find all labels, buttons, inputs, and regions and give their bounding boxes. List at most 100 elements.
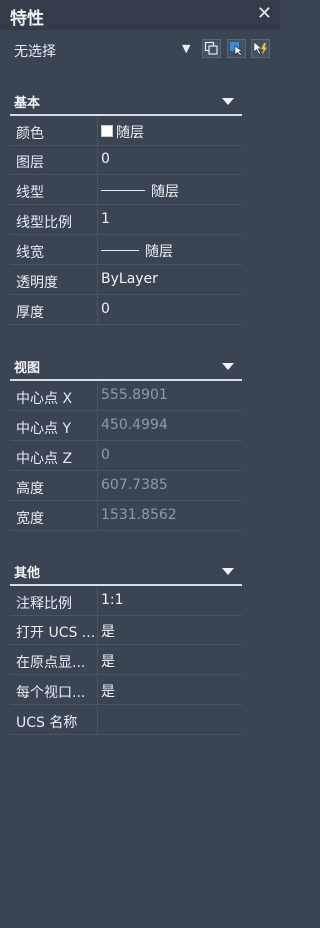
section-header-basic[interactable]: 基本 — [10, 90, 242, 116]
property-label: 厚度 — [16, 305, 44, 321]
selection-dropdown[interactable]: 无选择 — [14, 41, 56, 61]
property-value: 随层 — [151, 184, 179, 200]
column-divider — [97, 706, 98, 735]
property-row-linetype: 线型 随层 — [10, 176, 242, 205]
property-value: 随层 — [116, 125, 144, 141]
column-divider — [97, 117, 98, 146]
property-label: 中心点 Z — [16, 451, 73, 467]
property-row-ucs-icon-on: 打开 UCS ... 是 — [10, 616, 242, 645]
property-row-center-x: 中心点 X 555.8901 — [10, 382, 242, 411]
property-value: 0 — [101, 301, 110, 317]
property-row-annotation-scale: 注释比例 1:1 — [10, 587, 242, 616]
property-label: 宽度 — [16, 511, 44, 527]
property-row-ucs-at-origin: 在原点显... 是 — [10, 646, 242, 675]
column-divider — [97, 382, 98, 411]
property-label: 打开 UCS ... — [16, 625, 96, 641]
linetype-preview — [101, 190, 145, 191]
section-title-view: 视图 — [14, 361, 41, 376]
center-x-value-field: 555.8901 — [101, 382, 243, 410]
property-label: 每个视口... — [16, 685, 86, 701]
property-value: 随层 — [145, 244, 173, 260]
ucs-per-viewport-value-field[interactable]: 是 — [101, 676, 243, 704]
section-header-view[interactable]: 视图 — [10, 355, 242, 381]
property-label: 在原点显... — [16, 655, 86, 671]
property-row-layer: 图层 0 — [10, 146, 242, 175]
property-label: 高度 — [16, 481, 44, 497]
ucs-name-value-field[interactable] — [101, 706, 243, 734]
property-label: 中心点 X — [16, 391, 73, 407]
toggle-pickadd-button[interactable] — [202, 39, 221, 58]
section-header-misc[interactable]: 其他 — [10, 560, 242, 586]
property-label: 中心点 Y — [16, 421, 72, 437]
property-row-ucs-name: UCS 名称 — [10, 706, 242, 735]
layer-value-field[interactable]: 0 — [101, 146, 243, 174]
property-label: 注释比例 — [16, 596, 72, 612]
property-value: 555.8901 — [101, 387, 168, 403]
property-value: ByLayer — [101, 271, 158, 287]
section-title-misc: 其他 — [14, 566, 41, 581]
column-divider — [97, 176, 98, 205]
property-value: 0 — [101, 447, 110, 463]
property-label: 颜色 — [16, 126, 44, 142]
property-row-lineweight: 线宽 随层 — [10, 236, 242, 265]
property-label: UCS 名称 — [16, 715, 78, 731]
property-label: 透明度 — [16, 275, 58, 291]
column-divider — [97, 502, 98, 531]
section-title-basic: 基本 — [14, 96, 41, 111]
ucs-icon-on-value-field[interactable]: 是 — [101, 616, 243, 644]
column-divider — [97, 236, 98, 265]
column-divider — [97, 442, 98, 471]
height-value-field: 607.7385 — [101, 472, 243, 500]
property-row-center-y: 中心点 Y 450.4994 — [10, 412, 242, 441]
select-objects-button[interactable] — [227, 39, 246, 58]
property-row-ltscale: 线型比例 1 — [10, 206, 242, 235]
collapse-icon[interactable] — [222, 98, 234, 105]
annotation-scale-value-field[interactable]: 1:1 — [101, 587, 243, 615]
selection-row: 无选择 ▼ — [0, 36, 280, 64]
property-value: 607.7385 — [101, 477, 168, 493]
property-value: 是 — [101, 684, 115, 700]
column-divider — [97, 587, 98, 616]
property-value: 1 — [101, 211, 110, 227]
center-y-value-field: 450.4994 — [101, 412, 243, 440]
column-divider — [97, 296, 98, 325]
color-swatch — [101, 125, 113, 137]
property-value: 450.4994 — [101, 417, 168, 433]
color-value-field[interactable]: 随层 — [101, 117, 243, 145]
ltscale-value-field[interactable]: 1 — [101, 206, 243, 234]
property-label: 图层 — [16, 155, 44, 171]
lineweight-preview — [101, 250, 139, 251]
property-value: 0 — [101, 151, 110, 167]
collapse-icon[interactable] — [222, 363, 234, 370]
linetype-value-field[interactable]: 随层 — [101, 176, 243, 204]
property-row-center-z: 中心点 Z 0 — [10, 442, 242, 471]
select-objects-icon — [230, 42, 243, 56]
column-divider — [97, 646, 98, 675]
property-value: 1:1 — [101, 592, 124, 608]
thickness-value-field[interactable]: 0 — [101, 296, 243, 324]
property-row-thickness: 厚度 0 — [10, 296, 242, 325]
property-row-ucs-per-viewport: 每个视口... 是 — [10, 676, 242, 705]
column-divider — [97, 472, 98, 501]
quick-select-icon — [253, 41, 267, 55]
column-divider — [97, 412, 98, 441]
title-bar: 特性 ✕ — [0, 0, 280, 30]
column-divider — [97, 266, 98, 295]
column-divider — [97, 616, 98, 645]
panel-title: 特性 — [10, 9, 44, 29]
lineweight-value-field[interactable]: 随层 — [101, 236, 243, 264]
property-row-transparency: 透明度 ByLayer — [10, 266, 242, 295]
collapse-icon[interactable] — [222, 568, 234, 575]
column-divider — [97, 676, 98, 705]
close-icon[interactable]: ✕ — [257, 3, 272, 24]
property-value: 是 — [101, 654, 115, 670]
property-value: 1531.8562 — [101, 507, 177, 523]
property-row-color: 颜色 随层 — [10, 117, 242, 146]
transparency-value-field[interactable]: ByLayer — [101, 266, 243, 294]
property-row-width: 宽度 1531.8562 — [10, 502, 242, 531]
property-value: 是 — [101, 624, 115, 640]
chevron-down-icon[interactable]: ▼ — [182, 42, 190, 55]
pickadd-icon — [204, 41, 218, 55]
quick-select-button[interactable] — [251, 39, 270, 58]
ucs-at-origin-value-field[interactable]: 是 — [101, 646, 243, 674]
